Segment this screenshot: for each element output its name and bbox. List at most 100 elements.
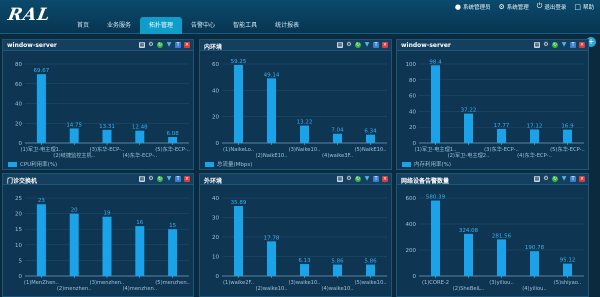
bar[interactable] bbox=[168, 136, 178, 143]
x-tick-label: (3)Naike10.. bbox=[289, 147, 321, 153]
admin-user-link[interactable]: ● 系统管理员 bbox=[455, 2, 491, 11]
bar[interactable] bbox=[464, 113, 473, 143]
refresh-icon[interactable]: ↻ bbox=[157, 176, 163, 182]
bar[interactable] bbox=[366, 134, 375, 143]
filter-icon[interactable]: ▼ bbox=[166, 42, 172, 48]
table-icon[interactable]: ▦ bbox=[139, 42, 145, 48]
close-icon[interactable]: × bbox=[184, 42, 190, 48]
chart-legend[interactable]: CPU利用率(%) bbox=[8, 160, 57, 168]
tag-icon[interactable]: T bbox=[373, 176, 379, 182]
gear-icon[interactable]: ⚙ bbox=[148, 176, 154, 182]
x-tick-label: (5)东华-ECP-.. bbox=[155, 145, 190, 153]
bar-value-label: 49.14 bbox=[264, 72, 280, 78]
table-icon[interactable]: ▦ bbox=[337, 42, 343, 48]
nav-item-topology[interactable]: 拓扑管理 bbox=[140, 17, 183, 34]
tag-icon[interactable]: T bbox=[570, 42, 576, 48]
gear-icon[interactable]: ⚙ bbox=[346, 42, 352, 48]
filter-icon[interactable]: ▼ bbox=[561, 42, 567, 48]
close-icon[interactable]: × bbox=[579, 42, 585, 48]
refresh-icon[interactable]: ↻ bbox=[552, 42, 558, 48]
bar[interactable] bbox=[333, 133, 342, 143]
logout-icon: ⏻ bbox=[536, 2, 543, 10]
bar[interactable] bbox=[366, 264, 375, 276]
table-icon[interactable]: ▦ bbox=[534, 42, 540, 48]
close-icon[interactable]: × bbox=[382, 42, 388, 48]
bar-chart: 020406080100 98.437.2217.77 17.12 16.9(1)军卫… bbox=[406, 59, 586, 159]
panel-title: window-server bbox=[401, 42, 451, 49]
y-tick-label: 600 bbox=[406, 196, 417, 202]
nav-item-business[interactable]: 业务服务 bbox=[98, 17, 140, 34]
bar[interactable] bbox=[36, 74, 46, 143]
bar[interactable] bbox=[135, 226, 145, 276]
refresh-icon[interactable]: ↻ bbox=[355, 42, 361, 48]
help-link[interactable]: □ 帮助 bbox=[574, 2, 594, 11]
x-tick-label: (4)东华-ECP-.. bbox=[517, 151, 552, 159]
x-tick-label: (5)menzhen.. bbox=[155, 280, 190, 286]
nav-item-home[interactable]: 首页 bbox=[68, 17, 98, 34]
filter-icon[interactable]: ▼ bbox=[166, 176, 172, 182]
bar[interactable] bbox=[333, 264, 342, 276]
bar[interactable] bbox=[563, 263, 572, 276]
bar[interactable] bbox=[234, 206, 243, 276]
nav-item-alarms[interactable]: 告警中心 bbox=[182, 17, 224, 34]
filter-icon[interactable]: ▼ bbox=[561, 176, 567, 182]
bar[interactable] bbox=[300, 264, 309, 276]
refresh-icon[interactable]: ↻ bbox=[355, 176, 361, 182]
panel-title: window-server bbox=[7, 42, 57, 49]
table-icon[interactable]: ▦ bbox=[139, 176, 145, 182]
bar[interactable] bbox=[431, 65, 440, 143]
close-icon[interactable]: × bbox=[184, 176, 190, 182]
gear-icon[interactable]: ⚙ bbox=[148, 42, 154, 48]
bar-value-label: 16.9 bbox=[561, 124, 574, 130]
gear-icon[interactable]: ⚙ bbox=[543, 176, 549, 182]
bar-value-label: 14.75 bbox=[66, 122, 82, 128]
bar[interactable] bbox=[267, 241, 276, 276]
bar[interactable] bbox=[497, 128, 506, 143]
app-logo: RAL bbox=[6, 5, 53, 25]
bar[interactable] bbox=[168, 229, 178, 276]
bar[interactable] bbox=[431, 200, 440, 276]
logout-link[interactable]: ⏻ 退出登录 bbox=[537, 2, 567, 11]
close-icon[interactable]: × bbox=[579, 176, 585, 182]
bar[interactable] bbox=[300, 125, 309, 143]
bar[interactable] bbox=[36, 204, 46, 276]
bar-value-label: 281.56 bbox=[492, 233, 512, 239]
chart-legend[interactable]: 总流量(Mbps) bbox=[205, 160, 252, 168]
bar[interactable] bbox=[464, 233, 473, 276]
table-icon[interactable]: ▦ bbox=[534, 176, 540, 182]
panel-toolbar: ▦ ⚙ ↻ ▼ T × bbox=[139, 176, 190, 182]
bar-value-label: 580.39 bbox=[426, 195, 446, 201]
refresh-icon[interactable]: ↻ bbox=[157, 42, 163, 48]
refresh-icon[interactable]: ↻ bbox=[552, 176, 558, 182]
bar[interactable] bbox=[102, 216, 112, 276]
bar[interactable] bbox=[497, 239, 506, 276]
bar[interactable] bbox=[69, 213, 79, 276]
y-tick-label: 0 bbox=[216, 141, 220, 147]
bar[interactable] bbox=[135, 130, 145, 143]
y-tick-label: 20 bbox=[212, 115, 219, 121]
tag-icon[interactable]: T bbox=[373, 42, 379, 48]
gear-icon[interactable]: ⚙ bbox=[346, 176, 352, 182]
tag-icon[interactable]: T bbox=[175, 42, 181, 48]
x-tick-label: (2)waike10.. bbox=[255, 286, 287, 292]
x-tick-label: (4)yiliou.. bbox=[522, 286, 547, 292]
tag-icon[interactable]: T bbox=[175, 176, 181, 182]
system-settings-link[interactable]: ⚙ 系统管理 bbox=[499, 2, 529, 11]
chart-legend[interactable]: 内存利用率(%) bbox=[402, 160, 451, 168]
bar-value-label: 35.89 bbox=[231, 200, 247, 206]
bar[interactable] bbox=[69, 128, 79, 143]
bar[interactable] bbox=[530, 251, 539, 276]
table-icon[interactable]: ▦ bbox=[337, 176, 343, 182]
filter-icon[interactable]: ▼ bbox=[364, 176, 370, 182]
nav-item-tools[interactable]: 智能工具 bbox=[224, 17, 266, 34]
bar[interactable] bbox=[102, 129, 112, 143]
bar[interactable] bbox=[563, 129, 572, 143]
bar[interactable] bbox=[234, 64, 243, 143]
nav-item-reports[interactable]: 统计报表 bbox=[266, 17, 308, 34]
bar[interactable] bbox=[267, 78, 276, 143]
bar[interactable] bbox=[530, 129, 539, 143]
close-icon[interactable]: × bbox=[382, 176, 388, 182]
tag-icon[interactable]: T bbox=[570, 176, 576, 182]
filter-icon[interactable]: ▼ bbox=[364, 42, 370, 48]
gear-icon[interactable]: ⚙ bbox=[543, 42, 549, 48]
